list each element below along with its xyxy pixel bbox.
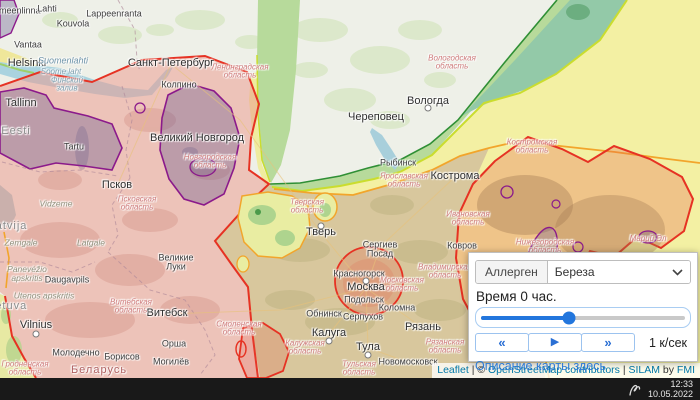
taskbar-date: 10.05.2022 xyxy=(648,389,693,399)
time-slider[interactable] xyxy=(475,307,691,328)
step-back-button[interactable]: « xyxy=(475,333,529,352)
slider-thumb[interactable] xyxy=(562,311,575,324)
step-forward-icon: » xyxy=(604,336,611,349)
playback-speed-label: 1 к/сек xyxy=(649,336,691,350)
playback-controls: « ▶ » 1 к/сек xyxy=(475,333,691,352)
taskbar-time: 12:33 xyxy=(648,379,693,389)
allergen-selected-value: Береза xyxy=(555,265,595,279)
slider-track xyxy=(481,316,685,320)
network-icon xyxy=(628,381,642,397)
desktop-screen: { "panel": { "allergen_label": "Аллерген… xyxy=(0,0,700,400)
allergen-input-group: Аллерген Береза xyxy=(475,260,691,284)
time-step-label: Время 0 час. xyxy=(476,289,691,304)
play-button[interactable]: ▶ xyxy=(528,333,582,352)
allergen-label: Аллерген xyxy=(476,261,548,283)
map-controls-panel: Аллерген Береза Время 0 час. « ▶ » 1 к/с… xyxy=(468,252,698,362)
map-description-link[interactable]: Описание карты здесь xyxy=(475,359,606,373)
slider-fill xyxy=(481,316,569,320)
leaflet-link[interactable]: Leaflet xyxy=(437,364,469,376)
step-back-icon: « xyxy=(498,336,505,349)
taskbar-clock[interactable]: 12:33 10.05.2022 xyxy=(648,379,696,399)
step-forward-button[interactable]: » xyxy=(581,333,635,352)
taskbar[interactable]: 12:33 10.05.2022 xyxy=(0,378,700,400)
play-icon: ▶ xyxy=(551,337,559,348)
chevron-down-icon xyxy=(672,269,683,276)
system-tray[interactable]: 12:33 10.05.2022 xyxy=(628,379,700,399)
allergen-select[interactable]: Береза xyxy=(548,261,690,283)
